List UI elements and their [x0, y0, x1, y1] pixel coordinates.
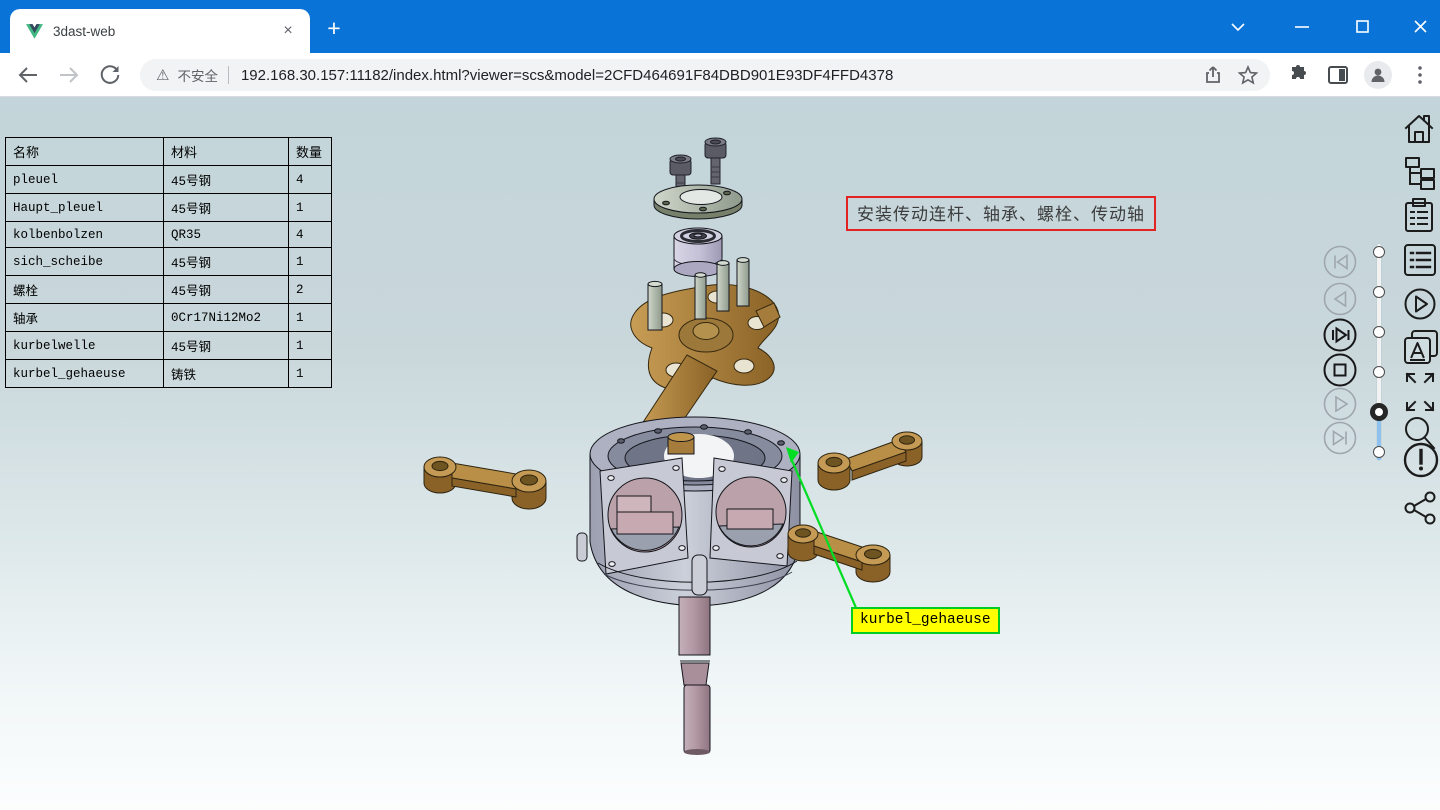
- annotation-a-icon[interactable]: [1402, 329, 1438, 370]
- play-circle-icon[interactable]: [1402, 286, 1438, 327]
- browser-toolbar: ⚠ 不安全 192.168.30.157:11182/index.html?vi…: [0, 53, 1440, 97]
- previous-step-button[interactable]: [1322, 281, 1358, 317]
- slider-thumb[interactable]: [1370, 403, 1388, 421]
- assembly-step-note: 安装传动连杆、轴承、螺栓、传动轴: [846, 196, 1156, 231]
- profile-avatar[interactable]: [1364, 61, 1392, 89]
- part-washer[interactable]: [654, 185, 742, 219]
- omnibox-divider: [228, 66, 229, 84]
- home-icon[interactable]: [1402, 111, 1438, 152]
- side-panel-icon[interactable]: [1328, 65, 1348, 85]
- slider-step-dot[interactable]: [1373, 246, 1385, 258]
- tab-title: 3dast-web: [53, 24, 278, 39]
- vue-logo-icon: [26, 24, 43, 39]
- new-tab-button[interactable]: +: [320, 15, 348, 43]
- security-label[interactable]: 不安全: [177, 65, 218, 85]
- part-bearing[interactable]: [674, 228, 722, 277]
- stop-button[interactable]: [1322, 352, 1358, 388]
- tab-close-icon[interactable]: ×: [278, 21, 298, 41]
- back-icon[interactable]: [17, 64, 39, 86]
- clipboard-list-icon[interactable]: [1402, 197, 1438, 238]
- menu-dots-icon[interactable]: [1412, 64, 1428, 86]
- part-name-label[interactable]: kurbel_gehaeuse: [851, 607, 1000, 634]
- share-page-icon[interactable]: [1204, 65, 1224, 85]
- tab-search-chevron-icon[interactable]: [1218, 0, 1258, 53]
- forward-icon[interactable]: [58, 64, 80, 86]
- step-slider[interactable]: [1369, 244, 1389, 460]
- browser-titlebar: 3dast-web × +: [0, 0, 1440, 53]
- part-pleuel-right-upper[interactable]: [818, 432, 922, 490]
- browser-tab[interactable]: 3dast-web ×: [10, 9, 310, 53]
- address-bar[interactable]: ⚠ 不安全 192.168.30.157:11182/index.html?vi…: [140, 59, 1270, 91]
- share-nodes-icon[interactable]: [1402, 489, 1438, 532]
- model-canvas[interactable]: [0, 97, 1440, 810]
- play-button[interactable]: [1322, 386, 1358, 422]
- play-step-button[interactable]: [1322, 317, 1358, 353]
- slider-step-dot[interactable]: [1373, 446, 1385, 458]
- structure-tree-icon[interactable]: [1402, 155, 1438, 196]
- window-minimize-button[interactable]: [1282, 0, 1322, 53]
- window-maximize-button[interactable]: [1342, 0, 1382, 53]
- part-pleuel-right-lower[interactable]: [788, 525, 890, 582]
- exclamation-icon[interactable]: [1402, 441, 1438, 484]
- part-kurbel-gehaeuse[interactable]: [577, 417, 800, 606]
- window-close-button[interactable]: [1400, 0, 1440, 53]
- slider-step-dot[interactable]: [1373, 366, 1385, 378]
- slider-step-dot[interactable]: [1373, 326, 1385, 338]
- slider-step-dot[interactable]: [1373, 286, 1385, 298]
- part-pleuel-left[interactable]: [424, 457, 546, 509]
- skip-to-start-button[interactable]: [1322, 244, 1358, 280]
- not-secure-warning-icon: ⚠: [156, 66, 169, 84]
- skip-to-end-button[interactable]: [1322, 420, 1358, 456]
- cad-viewport[interactable]: 名称材料数量 pleuel45号钢4Haupt_pleuel45号钢1kolbe…: [0, 97, 1440, 810]
- reload-icon[interactable]: [99, 64, 121, 86]
- bookmark-star-icon[interactable]: [1238, 65, 1258, 85]
- expand-arrows-icon[interactable]: [1402, 368, 1438, 421]
- url-text[interactable]: 192.168.30.157:11182/index.html?viewer=s…: [241, 67, 1190, 84]
- list-icon[interactable]: [1402, 242, 1438, 283]
- part-screw-2[interactable]: [705, 138, 726, 184]
- extensions-puzzle-icon[interactable]: [1288, 65, 1308, 85]
